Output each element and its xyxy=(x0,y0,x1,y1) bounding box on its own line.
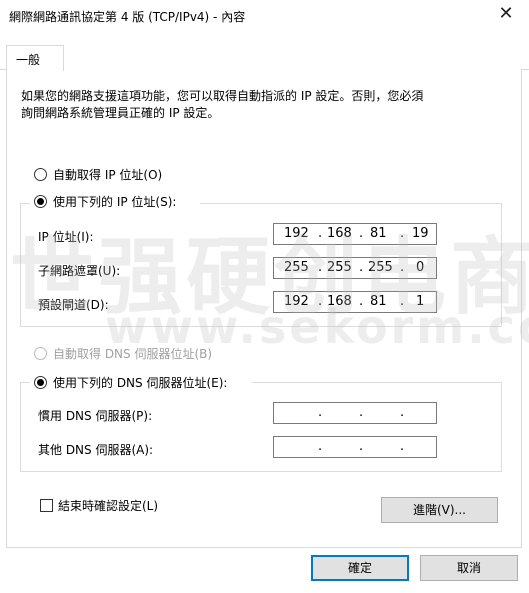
alternate-dns-label: 其他 DNS 伺服器(A): xyxy=(38,443,154,457)
octet: 168 xyxy=(327,294,352,309)
octet: 81 xyxy=(370,294,387,309)
description-text: 如果您的網路支援這項功能，您可以取得自動指派的 IP 設定。否則，您必須 詢問網… xyxy=(21,89,424,120)
dns-auto-radio[interactable] xyxy=(34,347,47,360)
dns-auto-label[interactable]: 自動取得 DNS 伺服器位址(B) xyxy=(53,345,212,362)
validate-on-exit-checkbox[interactable] xyxy=(40,499,53,512)
ip-manual-radio[interactable] xyxy=(34,195,47,208)
advanced-button[interactable]: 進階(V)... xyxy=(381,497,498,523)
subnet-mask-label: 子網路遮罩(U): xyxy=(38,264,121,278)
tab-general[interactable]: 一般 xyxy=(6,45,64,71)
gateway-field[interactable]: 192 . 168 . 81 . 1 xyxy=(273,291,437,313)
window-title: 網際網路通訊協定第 4 版 (TCP/IPv4) - 內容 xyxy=(9,10,246,24)
octet: 81 xyxy=(370,226,387,241)
ip-address-field[interactable]: 192 . 168 . 81 . 19 xyxy=(273,223,437,245)
octet: 192 xyxy=(284,226,309,241)
tab-general-label: 一般 xyxy=(16,53,41,67)
octet: 19 xyxy=(412,226,429,241)
cancel-button[interactable]: 取消 xyxy=(420,555,518,581)
octet: 192 xyxy=(284,294,309,309)
validate-on-exit-label[interactable]: 結束時確認設定(L) xyxy=(58,497,158,514)
dns-manual-group xyxy=(20,382,502,472)
close-icon[interactable]: ✕ xyxy=(497,5,515,23)
dns-manual-label[interactable]: 使用下列的 DNS 伺服器位址(E): xyxy=(53,374,227,391)
ip-auto-radio[interactable] xyxy=(34,168,47,181)
octet: 168 xyxy=(327,226,352,241)
ok-button[interactable]: 確定 xyxy=(311,555,409,581)
alternate-dns-field[interactable]: . . . xyxy=(273,436,437,458)
ip-address-label: IP 位址(I): xyxy=(38,230,94,244)
octet: 255 xyxy=(284,260,309,275)
title-bar: 網際網路通訊協定第 4 版 (TCP/IPv4) - 內容 ✕ xyxy=(0,0,529,32)
octet: 1 xyxy=(416,294,425,309)
preferred-dns-field[interactable]: . . . xyxy=(273,402,437,424)
octet: 255 xyxy=(327,260,352,275)
dns-manual-radio[interactable] xyxy=(34,376,47,389)
preferred-dns-label: 慣用 DNS 伺服器(P): xyxy=(38,409,153,423)
octet: 255 xyxy=(368,260,393,275)
gateway-label: 預設閘道(D): xyxy=(38,298,109,312)
ip-auto-label[interactable]: 自動取得 IP 位址(O) xyxy=(53,166,162,183)
subnet-mask-field[interactable]: 255 . 255 . 255 . 0 xyxy=(273,257,437,279)
ip-manual-label[interactable]: 使用下列的 IP 位址(S): xyxy=(53,193,176,210)
octet: 0 xyxy=(416,260,425,275)
